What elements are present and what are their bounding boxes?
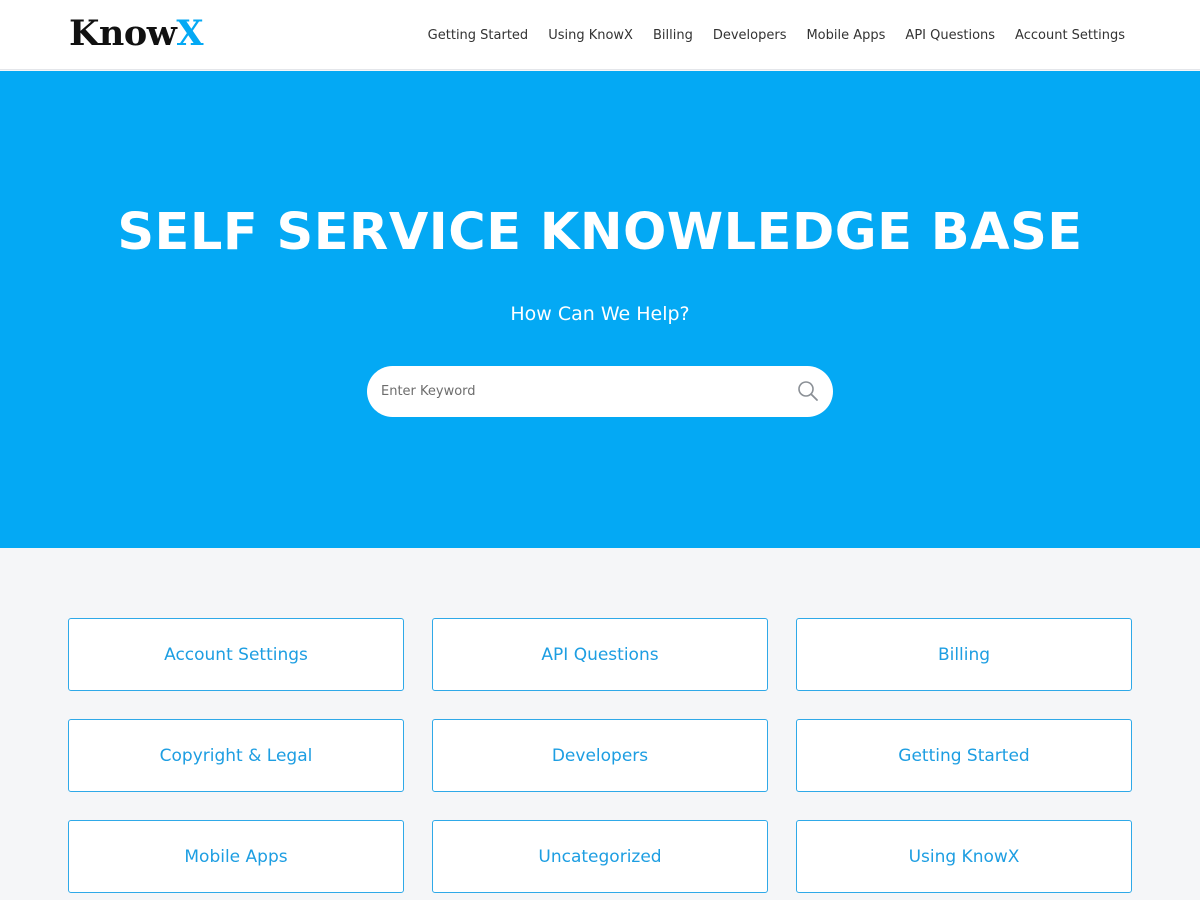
nav-item-mobile-apps[interactable]: Mobile Apps	[806, 28, 885, 43]
hero-banner: SELF SERVICE KNOWLEDGE BASE How Can We H…	[0, 71, 1200, 548]
search-box	[367, 366, 833, 417]
nav-item-developers[interactable]: Developers	[713, 28, 787, 43]
nav-item-api-questions[interactable]: API Questions	[905, 28, 995, 43]
category-card-using-knowx[interactable]: Using KnowX	[796, 820, 1132, 893]
nav-item-billing[interactable]: Billing	[653, 28, 693, 43]
site-header: KnowX Getting Started Using KnowX Billin…	[0, 0, 1200, 70]
category-label: Using KnowX	[908, 846, 1020, 867]
category-label: Uncategorized	[538, 846, 662, 867]
category-label: Mobile Apps	[184, 846, 288, 867]
category-card-billing[interactable]: Billing	[796, 618, 1132, 691]
logo-main-text: Know	[69, 13, 177, 54]
nav-item-using-knowx[interactable]: Using KnowX	[548, 28, 633, 43]
nav-item-getting-started[interactable]: Getting Started	[428, 28, 529, 43]
category-grid: Account Settings API Questions Billing C…	[68, 618, 1132, 893]
category-card-developers[interactable]: Developers	[432, 719, 768, 792]
search-icon[interactable]	[797, 380, 819, 402]
category-card-copyright-legal[interactable]: Copyright & Legal	[68, 719, 404, 792]
category-label: Copyright & Legal	[159, 745, 313, 766]
search-input[interactable]	[381, 366, 781, 417]
category-card-account-settings[interactable]: Account Settings	[68, 618, 404, 691]
category-label: Getting Started	[898, 745, 1030, 766]
site-logo[interactable]: KnowX	[69, 14, 203, 54]
category-label: Developers	[551, 745, 649, 766]
main-nav: Getting Started Using KnowX Billing Deve…	[428, 0, 1125, 70]
nav-item-account-settings[interactable]: Account Settings	[1015, 28, 1125, 43]
category-label: Account Settings	[164, 644, 308, 665]
category-label: API Questions	[541, 644, 659, 665]
category-label: Billing	[937, 644, 991, 665]
logo-accent-text: X	[176, 13, 203, 54]
category-card-getting-started[interactable]: Getting Started	[796, 719, 1132, 792]
hero-subtitle: How Can We Help?	[510, 303, 690, 325]
hero-title: SELF SERVICE KNOWLEDGE BASE	[117, 203, 1083, 262]
category-card-mobile-apps[interactable]: Mobile Apps	[68, 820, 404, 893]
category-card-api-questions[interactable]: API Questions	[432, 618, 768, 691]
category-card-uncategorized[interactable]: Uncategorized	[432, 820, 768, 893]
